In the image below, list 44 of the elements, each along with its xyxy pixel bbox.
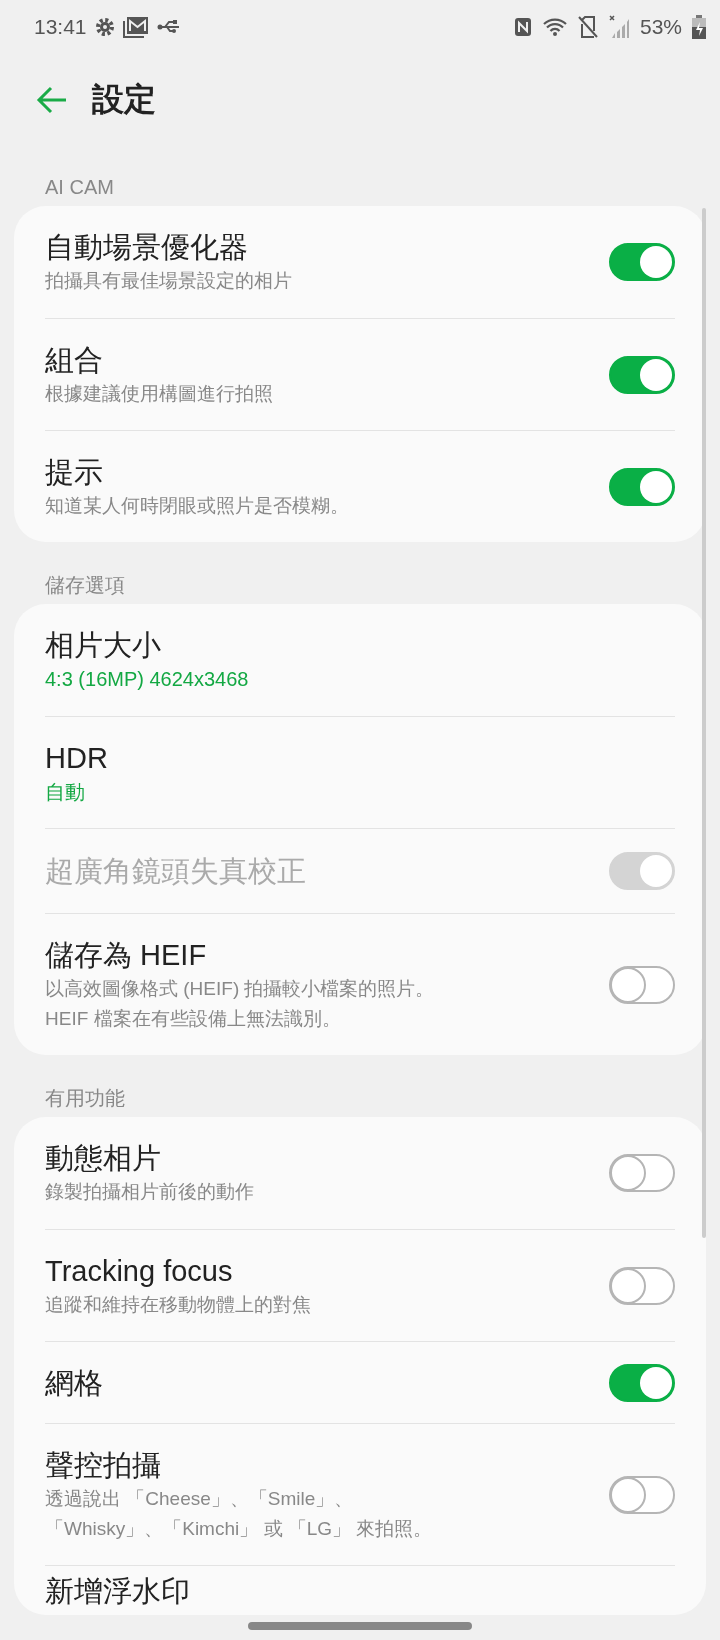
setting-title: 聲控拍攝 [45,1447,162,1483]
toggle-switch[interactable] [609,1154,675,1192]
toggle-switch[interactable] [609,355,675,394]
signal-icon [607,15,630,39]
wifi-icon [541,17,568,37]
setting-title: 組合 [45,342,104,378]
setting-title: 超廣角鏡頭失真校正 [45,854,307,889]
setting-description: 追蹤和維持在移動物體上的對焦 [45,1292,312,1317]
setting-description: 知道某人何時閉眼或照片是否模糊。 [45,493,350,518]
section-header: 有用功能 [44,1086,126,1111]
toggle-switch[interactable] [609,243,675,281]
nfc-icon [513,17,532,37]
setting-description: 透過說出 「Cheese」、「Smile」、 「Whisky」、「Kimchi」 或 「LG」 來拍照。 [45,1486,434,1541]
section-header: 儲存選項 [44,573,126,598]
battery-charging-icon [692,15,706,39]
setting-title: 自動場景優化器 [45,230,249,265]
settings-icon [94,17,115,37]
setting-title: 網格 [45,1365,104,1401]
usb-icon [156,19,181,35]
setting-description: 以高效圖像格式 (HEIF) 拍攝較小檔案的照片。 HEIF 檔案在有些設備上無法識別。 [45,976,436,1031]
setting-description: 根據建議使用構圖進行拍照 [45,381,274,406]
toggle-switch[interactable] [609,1363,675,1402]
setting-title: HDR [45,740,109,776]
toggle-switch[interactable] [609,965,675,1004]
setting-description: 錄製拍攝相片前後的動作 [45,1180,255,1204]
setting-value: 自動 [45,779,86,805]
clock: 13:41 [34,15,87,39]
setting-title: 新增浮水印 [45,1574,191,1609]
setting-title: 相片大小 [45,628,162,663]
setting-title: 提示 [45,454,104,490]
setting-title: 動態相片 [45,1141,162,1176]
toggle-switch[interactable] [609,1475,675,1514]
no-sim-icon [577,16,598,38]
toggle-switch[interactable] [609,467,675,506]
page-title: 設定 [92,80,156,119]
setting-title: Tracking focus [45,1253,234,1289]
battery-percent: 53% [639,15,682,39]
toggle-switch[interactable] [609,1266,675,1305]
back-arrow-icon[interactable] [36,86,68,114]
mail-icon [122,16,149,38]
setting-value: 4:3 (16MP) 4624x3468 [45,667,250,692]
setting-description: 拍攝具有最佳場景設定的相片 [45,269,293,293]
section-header: AI CAM [44,175,115,200]
setting-title: 儲存為 HEIF [45,937,208,973]
